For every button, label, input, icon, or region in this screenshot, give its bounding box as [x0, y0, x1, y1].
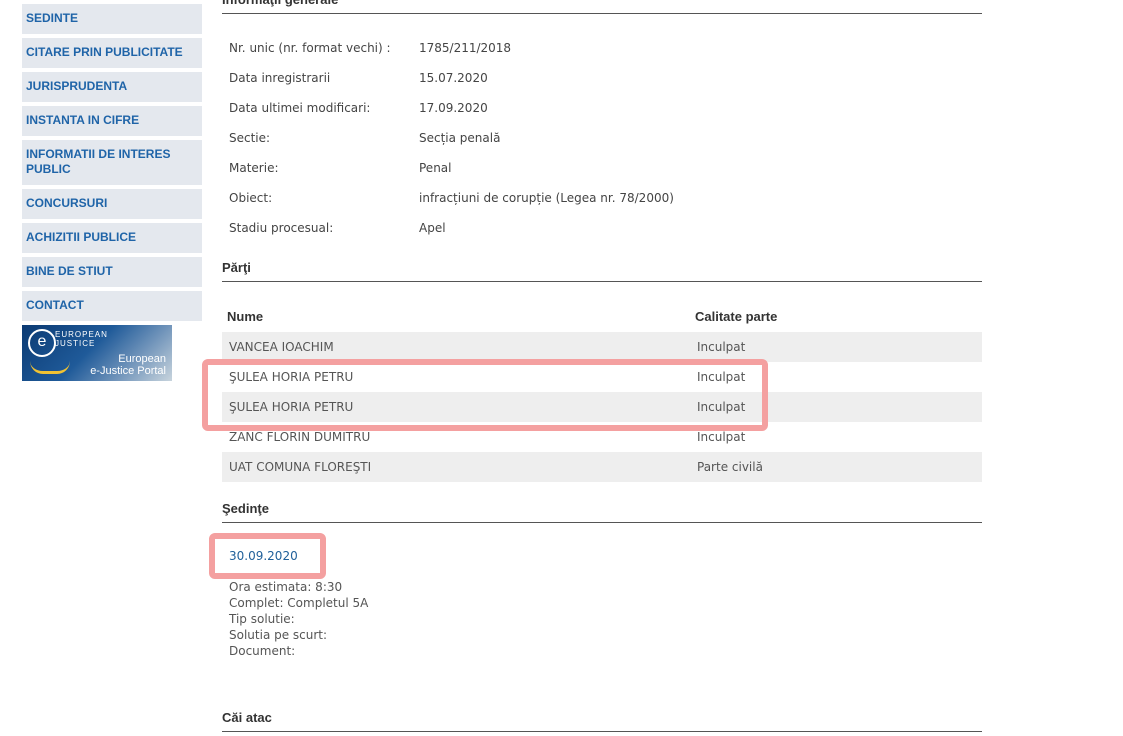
info-value: 17.09.2020: [419, 101, 488, 115]
menu-item-achizitii[interactable]: ACHIZITII PUBLICE: [22, 223, 202, 253]
info-label: Nr. unic (nr. format vechi) :: [229, 41, 391, 55]
sedinta-ora: Ora estimata: 8:30: [229, 580, 343, 594]
party-name: ŞULEA HORIA PETRU: [229, 370, 354, 384]
table-row: VANCEA IOACHIM Inculpat: [222, 332, 982, 362]
party-name: VANCEA IOACHIM: [229, 340, 334, 354]
info-label: Data inregistrarii: [229, 71, 331, 85]
table-row: ŞULEA HORIA PETRU Inculpat: [222, 392, 982, 422]
info-label: Obiect:: [229, 191, 273, 205]
section-title-sedinte: Şedinţe: [222, 501, 982, 523]
section-title-cai-atac: Căi atac: [222, 710, 982, 732]
menu-item-jurisprudenta[interactable]: JURISPRUDENTA: [22, 72, 202, 102]
info-label: Materie:: [229, 161, 279, 175]
table-row: ZANC FLORIN DUMITRU Inculpat: [222, 422, 982, 452]
info-value: Penal: [419, 161, 452, 175]
info-value: Secția penală: [419, 131, 501, 145]
menu-item-contact[interactable]: CONTACT: [22, 291, 202, 321]
section-title-parti: Părţi: [222, 260, 982, 282]
table-row: UAT COMUNA FLOREŞTI Parte civilă: [222, 452, 982, 482]
info-value: infracțiuni de corupție (Legea nr. 78/20…: [419, 191, 674, 205]
table-row: ŞULEA HORIA PETRU Inculpat: [222, 362, 982, 392]
table-header: Nume Calitate parte: [222, 302, 982, 332]
info-value: Apel: [419, 221, 446, 235]
menu-item-citare[interactable]: CITARE PRIN PUBLICITATE: [22, 38, 202, 68]
party-name: ZANC FLORIN DUMITRU: [229, 430, 371, 444]
info-value: 15.07.2020: [419, 71, 488, 85]
party-name: ŞULEA HORIA PETRU: [229, 400, 354, 414]
ejustice-portal-text: European e-Justice Portal: [90, 353, 166, 377]
menu-item-sedinte[interactable]: SEDINTE: [22, 4, 202, 34]
menu-item-concursuri[interactable]: CONCURSURI: [22, 189, 202, 219]
ejustice-logo-text: EUROPEAN JUSTICE: [55, 330, 108, 348]
column-header-calitate: Calitate parte: [695, 309, 778, 324]
column-header-nume: Nume: [227, 309, 264, 324]
party-name: UAT COMUNA FLOREŞTI: [229, 460, 372, 474]
ejustice-portal-banner[interactable]: e EUROPEAN JUSTICE European e-Justice Po…: [22, 325, 172, 381]
party-role: Inculpat: [697, 340, 746, 354]
menu-item-bine-de-stiut[interactable]: BINE DE STIUT: [22, 257, 202, 287]
party-role: Inculpat: [697, 400, 746, 414]
section-title-informatii: Informaţii generale: [222, 0, 982, 14]
sedinta-document: Document:: [229, 644, 296, 658]
parti-table: Nume Calitate parte VANCEA IOACHIM Incul…: [222, 302, 982, 482]
ejustice-portal-line1: European: [118, 353, 166, 365]
info-label: Sectie:: [229, 131, 271, 145]
menu-item-instanta-cifre[interactable]: INSTANTA IN CIFRE: [22, 106, 202, 136]
sidebar-menu: SEDINTE CITARE PRIN PUBLICITATE JURISPRU…: [22, 4, 202, 381]
sedinta-complet: Complet: Completul 5A: [229, 596, 369, 610]
party-role: Inculpat: [697, 370, 746, 384]
info-value: 1785/211/2018: [419, 41, 512, 55]
party-role: Inculpat: [697, 430, 746, 444]
party-role: Parte civilă: [697, 460, 763, 474]
info-label: Data ultimei modificari:: [229, 101, 371, 115]
ejustice-logo-icon: e: [28, 329, 56, 357]
scales-icon: [30, 361, 70, 374]
menu-item-informatii-interes[interactable]: INFORMATII DE INTERES PUBLIC: [22, 140, 202, 185]
ejustice-logo-line1: EUROPEAN: [55, 330, 108, 339]
sedinta-tip-solutie: Tip solutie:: [229, 612, 295, 626]
sedinta-date-link[interactable]: 30.09.2020: [229, 549, 298, 563]
sedinta-solutie-scurt: Solutia pe scurt:: [229, 628, 328, 642]
ejustice-portal-line2: e-Justice Portal: [90, 365, 166, 377]
info-label: Stadiu procesual:: [229, 221, 334, 235]
ejustice-logo-line2: JUSTICE: [55, 339, 96, 348]
